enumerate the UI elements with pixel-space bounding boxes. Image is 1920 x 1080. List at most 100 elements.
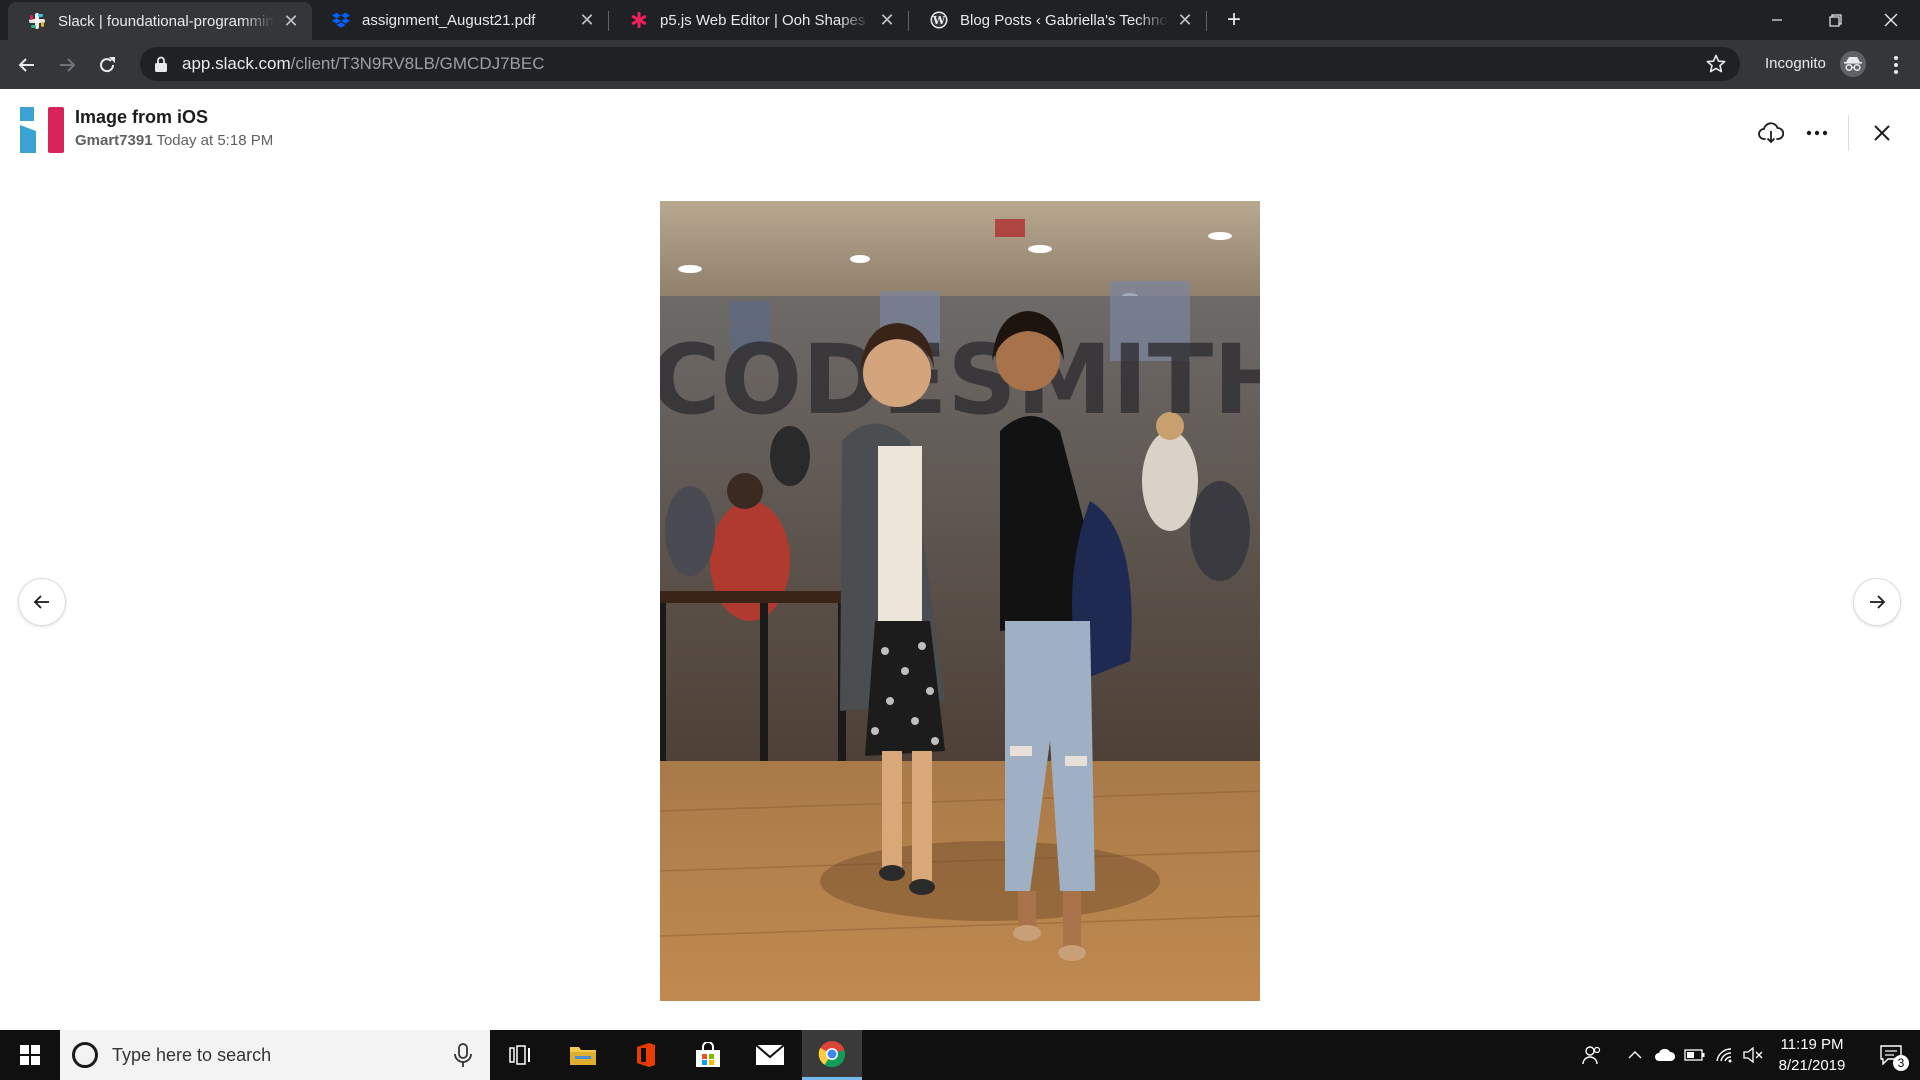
more-horizontal-icon [1806,130,1828,136]
tab-title: Slack | foundational-programming [58,12,274,30]
shared-photo[interactable]: CODESMITH [660,201,1260,1001]
file-explorer-icon [570,1047,596,1065]
url-text: app.slack.com/client/T3N9RV8LB/GMCDJ7BEC [182,54,545,74]
cloud-download-icon [1758,122,1784,144]
mail-icon [755,1044,785,1065]
clock-time: 11:19 PM [1780,1036,1844,1053]
search-placeholder: Type here to search [112,1044,272,1065]
p5js-icon [630,11,648,29]
close-viewer-button[interactable] [1865,116,1899,150]
url-path: /client/T3N9RV8LB/GMCDJ7BEC [290,54,545,73]
office-button[interactable] [616,1030,676,1080]
wordpress-icon: W [930,11,948,29]
close-window-button[interactable] [1862,0,1920,40]
reload-button[interactable] [94,52,120,78]
tab-wordpress[interactable]: W Blog Posts ‹ Gabriella's Technology ✕ [910,0,1206,40]
tab-p5js[interactable]: p5.js Web Editor | Ooh Shapes ✕ [610,0,908,40]
tab-separator [608,11,609,31]
tab-slack[interactable]: Slack | foundational-programming ✕ [8,2,312,40]
arrow-left-icon [33,595,49,609]
tab-title: Blog Posts ‹ Gabriella's Technology [960,11,1168,29]
chevron-up-icon [1628,1051,1642,1059]
close-icon[interactable]: ✕ [878,10,896,30]
cortana-icon [72,1042,98,1068]
battery-icon [1684,1049,1705,1061]
microphone-icon[interactable] [452,1042,474,1068]
incognito-label: Incognito [1765,55,1826,72]
close-icon[interactable]: ✕ [578,10,596,30]
onedrive-button[interactable] [1652,1030,1678,1080]
store-icon [696,1042,720,1067]
next-image-button[interactable] [1853,578,1901,626]
reload-icon [100,57,115,73]
file-author[interactable]: Gmart7391 [75,132,153,149]
file-meta: Gmart7391 Today at 5:18 PM [75,132,273,149]
file-explorer-button[interactable] [553,1030,613,1080]
bookmark-star-icon[interactable] [1706,54,1726,74]
dropbox-icon [332,11,350,29]
volume-muted-icon [1743,1047,1763,1063]
browser-menu-button[interactable] [1884,52,1908,78]
more-actions-button[interactable] [1800,116,1834,150]
taskbar-search[interactable]: Type here to search [60,1030,490,1080]
wifi-button[interactable] [1712,1030,1738,1080]
task-view-icon [509,1045,530,1065]
photo-wall-lettering: CODESMITH [660,324,1260,436]
cloud-icon [1655,1048,1676,1061]
image-viewer: Image from iOS Gmart7391 Today at 5:18 P… [0,89,1920,1030]
tab-separator [908,11,909,31]
arrow-right-icon [60,58,76,72]
new-tab-button[interactable]: + [1220,6,1248,34]
address-bar[interactable]: app.slack.com/client/T3N9RV8LB/GMCDJ7BEC [140,47,1740,81]
office-icon [637,1043,655,1067]
chrome-button[interactable] [802,1030,862,1080]
lock-icon [155,56,167,72]
restore-icon [1828,13,1842,27]
arrow-left-icon [18,58,34,72]
tab-dropbox[interactable]: assignment_August21.pdf ✕ [312,0,608,40]
action-center-button[interactable]: 3 [1862,1030,1920,1080]
svg-text:W: W [932,14,946,27]
download-button[interactable] [1754,116,1788,150]
incognito-icon [1844,57,1862,72]
tab-separator [1206,11,1207,31]
taskbar-clock[interactable]: 11:19 PM 8/21/2019 [1762,1034,1862,1076]
arrow-right-icon [1870,595,1886,609]
people-icon [1582,1046,1601,1065]
tab-title: p5.js Web Editor | Ooh Shapes [660,11,866,29]
browser-toolbar: app.slack.com/client/T3N9RV8LB/GMCDJ7BEC… [0,40,1920,89]
previous-image-button[interactable] [18,578,66,626]
close-icon[interactable]: ✕ [1176,10,1194,30]
people-button[interactable] [1575,1030,1609,1080]
notification-count: 3 [1893,1055,1909,1071]
back-button[interactable] [14,52,40,78]
browser-tab-strip: Slack | foundational-programming ✕ assig… [0,0,1920,40]
minimize-icon [1772,19,1782,21]
more-vertical-icon [1894,56,1898,74]
workspace-logo [20,107,66,153]
start-button[interactable] [0,1030,60,1080]
close-icon [1874,125,1890,141]
url-host: app.slack.com [182,54,291,73]
mail-button[interactable] [740,1030,800,1080]
clock-date: 8/21/2019 [1778,1057,1846,1074]
restore-button[interactable] [1806,0,1864,40]
forward-button[interactable] [54,52,80,78]
battery-button[interactable] [1682,1030,1708,1080]
wifi-icon [1716,1048,1732,1063]
file-timestamp: Today at 5:18 PM [156,132,274,149]
incognito-avatar[interactable] [1840,51,1866,77]
windows-icon [20,1045,40,1065]
file-title: Image from iOS [75,107,209,127]
tab-title: assignment_August21.pdf [362,11,536,29]
minimize-button[interactable] [1748,0,1806,40]
store-button[interactable] [678,1030,738,1080]
chrome-icon [818,1040,845,1067]
close-icon[interactable]: ✕ [282,11,300,31]
slack-icon [28,12,46,30]
task-view-button[interactable] [490,1030,550,1080]
toolbar-divider [1848,115,1849,151]
windows-taskbar: Type here to search 11:19 PM 8/21/2019 3 [0,1030,1920,1080]
close-icon [1884,13,1898,27]
show-hidden-icons-button[interactable] [1622,1030,1648,1080]
